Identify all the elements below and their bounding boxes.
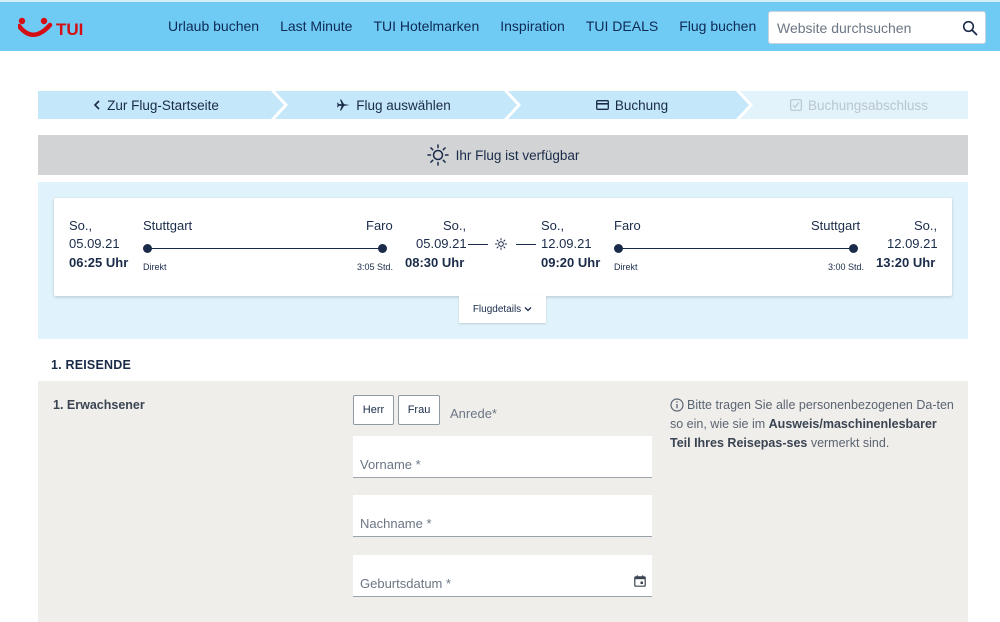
chevron-down-icon [524,307,532,312]
outbound-to-city: Faro [366,218,393,233]
first-name-field [353,436,652,478]
inbound-arr-date: 12.09.21 [887,236,938,251]
outbound-arr-day: So., [443,218,467,233]
nav-tui-hotelmarken[interactable]: TUI Hotelmarken [373,18,479,34]
inbound-from-city: Faro [614,218,641,233]
inbound-arr-time: 13:20 Uhr [876,255,936,270]
last-name-field [353,495,652,537]
inbound-route-line [619,248,851,249]
availability-text: Ihr Flug ist verfügbar [455,147,580,163]
birth-date-input[interactable] [353,555,652,596]
info-text-part2: vermerkt sind. [807,436,890,450]
nav-inspiration[interactable]: Inspiration [500,18,565,34]
inbound-dep-day: So., [541,218,565,233]
checkbox-icon [790,99,802,111]
stay-line-left [468,244,488,245]
search-icon[interactable] [962,20,978,36]
outbound-arr-date: 05.09.21 [416,236,467,251]
main-nav: Urlaub buchen Last Minute TUI Hotelmarke… [168,18,777,34]
step-label: Zur Flug-Startseite [107,97,219,113]
salutation-label: Anrede* [450,406,497,421]
inbound-to-city: Stuttgart [811,218,861,233]
stay-line-right [516,244,536,245]
inbound-type: Direkt [614,262,638,272]
step-confirmation: Buchungsabschluss [750,91,968,119]
step-label: Buchungsabschluss [807,97,929,113]
traveler-panel: 1. Erwachsener Herr Frau Anrede* Bitte t… [38,381,968,622]
data-entry-info: Bitte tragen Sie alle personenbezogenen … [670,396,955,453]
logo-text[interactable]: TUI [56,20,83,40]
flight-details-button[interactable]: Flugdetails [459,295,546,323]
outbound-dep-time: 06:25 Uhr [69,255,129,270]
sun-small-icon [495,238,507,250]
flight-card: So., 05.09.21 06:25 Uhr Stuttgart Faro D… [54,198,952,296]
airplane-icon [337,99,350,111]
sun-icon [426,144,449,166]
outbound-dep-date: 05.09.21 [69,236,120,251]
nav-urlaub-buchen[interactable]: Urlaub buchen [168,18,259,34]
first-name-input[interactable] [353,436,652,477]
last-name-input[interactable] [353,495,652,536]
step-label: Buchung [614,97,669,113]
outbound-dep-day: So., [69,218,93,233]
nav-tui-deals[interactable]: TUI DEALS [586,18,658,34]
inbound-end-dot [849,244,858,253]
outbound-end-dot [378,244,387,253]
step-label: Flug auswählen [356,97,451,113]
site-header: TUI Urlaub buchen Last Minute TUI Hotelm… [0,0,1000,51]
section-title-travelers: 1. REISENDE [51,358,132,372]
step-back-to-flights[interactable]: Zur Flug-Startseite [38,91,274,119]
search-input[interactable] [769,12,949,43]
step-select-flight[interactable]: Flug auswählen [274,91,514,119]
outbound-arr-time: 08:30 Uhr [405,255,465,270]
nav-flug-buchen[interactable]: Flug buchen [679,18,756,34]
credit-card-icon [595,100,609,110]
inbound-dep-date: 12.09.21 [541,236,592,251]
outbound-route-line [148,248,380,249]
outbound-type: Direkt [143,262,167,272]
inbound-dep-time: 09:20 Uhr [541,255,601,270]
flight-details-label: Flugdetails [472,303,522,315]
birth-date-field [353,555,652,597]
salutation-herr-button[interactable]: Herr [353,395,394,425]
calendar-icon[interactable] [634,575,646,587]
step-booking[interactable]: Buchung [514,91,750,119]
availability-banner: Ihr Flug ist verfügbar [38,135,968,175]
outbound-duration: 3:05 Std. [357,262,394,272]
outbound-from-city: Stuttgart [143,218,193,233]
info-icon [670,398,684,412]
site-search [768,11,986,44]
salutation-frau-button[interactable]: Frau [398,395,440,425]
flight-summary: So., 05.09.21 06:25 Uhr Stuttgart Faro D… [38,182,968,339]
inbound-duration: 3:00 Std. [828,262,865,272]
nav-last-minute[interactable]: Last Minute [280,18,352,34]
booking-stepper: Zur Flug-Startseite Flug auswählen Buchu… [38,91,968,119]
inbound-arr-day: So., [914,218,938,233]
chevron-left-icon [93,100,100,110]
adult-label: 1. Erwachsener [53,398,145,412]
